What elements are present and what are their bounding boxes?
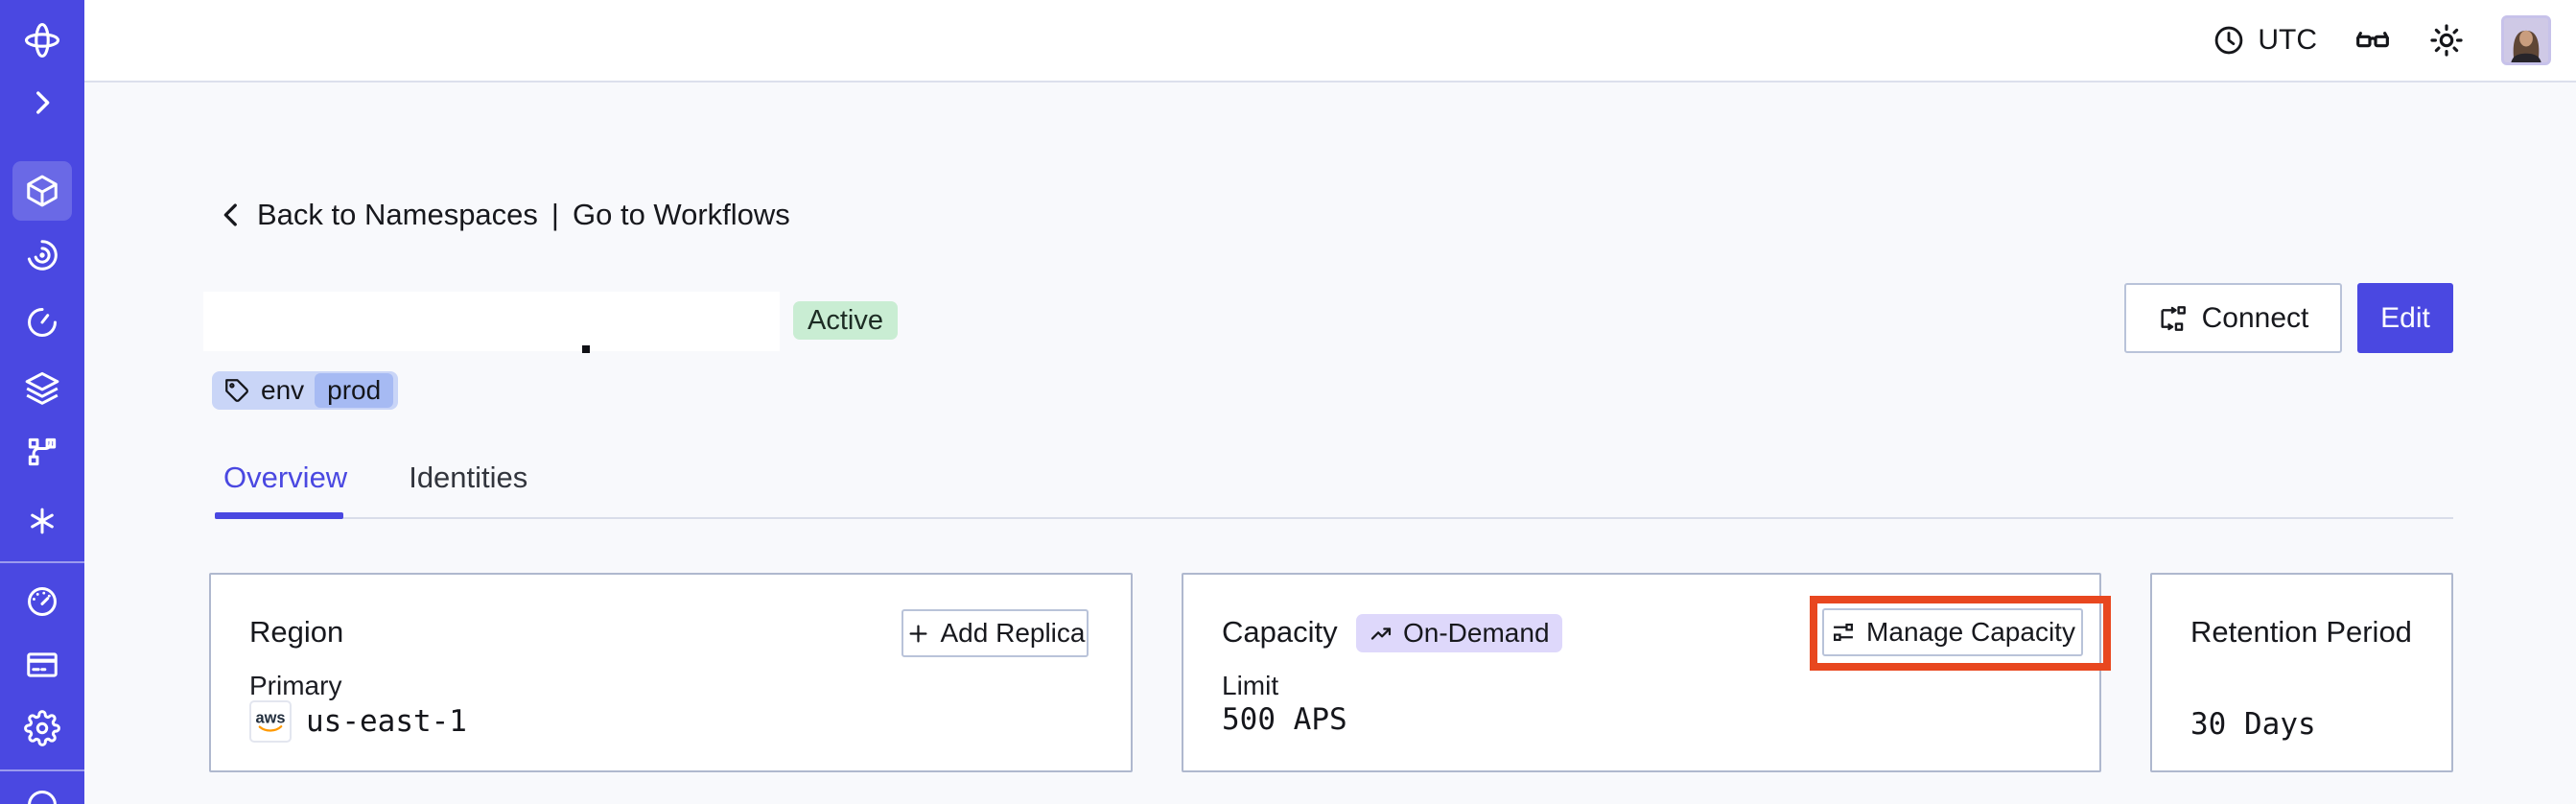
temporal-logo-icon[interactable] bbox=[0, 19, 84, 61]
layers-icon bbox=[25, 371, 59, 405]
tab-bar: Overview Identities bbox=[223, 461, 527, 495]
labs-toggle[interactable] bbox=[2354, 21, 2392, 59]
branch-icon bbox=[28, 437, 57, 466]
status-badge: Active bbox=[793, 301, 898, 340]
sidebar-item-billing[interactable] bbox=[0, 647, 84, 683]
sidebar-divider bbox=[0, 769, 84, 771]
edit-button[interactable]: Edit bbox=[2357, 283, 2453, 353]
tab-identities[interactable]: Identities bbox=[409, 461, 527, 495]
go-to-workflows-link[interactable]: Go to Workflows bbox=[573, 198, 790, 232]
tag-value: prod bbox=[315, 373, 394, 408]
tag-icon bbox=[225, 378, 248, 402]
manage-capacity-button[interactable]: Manage Capacity bbox=[1822, 608, 2083, 656]
sidebar-item-namespaces[interactable] bbox=[0, 173, 84, 209]
connect-icon bbox=[2161, 305, 2186, 331]
sidebar bbox=[0, 0, 84, 804]
sidebar-item-nexus[interactable] bbox=[0, 503, 84, 539]
user-avatar[interactable] bbox=[2501, 15, 2551, 65]
tab-bar-divider bbox=[215, 517, 2453, 519]
gear-icon bbox=[24, 710, 60, 746]
active-tab-underline bbox=[215, 512, 343, 519]
retention-value: 30 Days bbox=[2190, 707, 2316, 742]
sidebar-divider bbox=[0, 561, 84, 563]
ondemand-badge: On-Demand bbox=[1356, 614, 1562, 652]
sidebar-item-usage[interactable] bbox=[0, 583, 84, 620]
svg-text:aws: aws bbox=[256, 710, 286, 727]
circle-partial-icon bbox=[28, 791, 57, 804]
spiral-icon bbox=[27, 240, 58, 271]
credit-card-icon bbox=[27, 652, 58, 677]
sidebar-item-branch[interactable] bbox=[0, 434, 84, 470]
redaction-artifact-dot bbox=[582, 345, 590, 353]
topbar: UTC bbox=[84, 0, 2576, 83]
breadcrumb: Back to Namespaces | Go to Workflows bbox=[215, 194, 790, 236]
connect-button[interactable]: Connect bbox=[2124, 283, 2342, 353]
region-card-title: Region bbox=[249, 615, 344, 649]
sliders-icon bbox=[1834, 623, 1854, 642]
asterisk-icon bbox=[31, 508, 54, 534]
clock-icon bbox=[2215, 26, 2243, 55]
sidebar-item-timer[interactable] bbox=[0, 304, 84, 341]
cube-icon bbox=[27, 175, 58, 207]
timezone-selector[interactable]: UTC bbox=[2212, 23, 2317, 58]
sidebar-item-spiral[interactable] bbox=[0, 237, 84, 273]
sidebar-item-support[interactable] bbox=[0, 787, 84, 804]
trending-up-icon bbox=[1370, 627, 1392, 640]
back-to-namespaces-link[interactable]: Back to Namespaces bbox=[215, 198, 538, 232]
retention-card-title: Retention Period bbox=[2190, 615, 2412, 649]
chevron-left-icon bbox=[223, 203, 237, 226]
sidebar-expand-chevron-icon[interactable] bbox=[0, 86, 84, 119]
plus-icon bbox=[909, 625, 926, 642]
breadcrumb-separator: | bbox=[550, 198, 559, 231]
gauge-icon bbox=[28, 587, 57, 616]
sidebar-item-layers[interactable] bbox=[0, 369, 84, 406]
add-replica-button[interactable]: Add Replica bbox=[902, 609, 1089, 657]
aws-logo: aws bbox=[249, 700, 292, 743]
sidebar-item-settings[interactable] bbox=[0, 710, 84, 746]
theme-toggle[interactable] bbox=[2428, 22, 2465, 59]
namespace-title-redacted bbox=[203, 292, 780, 351]
capacity-value: 500 APS bbox=[1222, 702, 1347, 737]
capacity-card-title: Capacity bbox=[1222, 615, 1338, 649]
glasses-icon bbox=[2356, 32, 2389, 48]
timer-icon bbox=[28, 308, 57, 337]
tag-key: env bbox=[261, 375, 305, 405]
tab-overview[interactable]: Overview bbox=[223, 461, 347, 495]
namespace-tag: env prod bbox=[212, 371, 399, 410]
timezone-label: UTC bbox=[2258, 24, 2317, 56]
capacity-field-label: Limit bbox=[1222, 671, 1279, 700]
region-card: Region Add Replica Primary aws us-east-1 bbox=[209, 573, 1133, 772]
namespace-detail-page: UTC Back to Namespaces | Go to Workflows… bbox=[0, 0, 2576, 804]
region-value: us-east-1 bbox=[306, 704, 467, 739]
sun-icon bbox=[2430, 24, 2463, 57]
region-field-label: Primary bbox=[249, 671, 342, 700]
capacity-card: Capacity On-Demand Manage Capacity Limit… bbox=[1182, 573, 2111, 772]
retention-card: Retention Period 30 Days bbox=[2150, 573, 2453, 772]
